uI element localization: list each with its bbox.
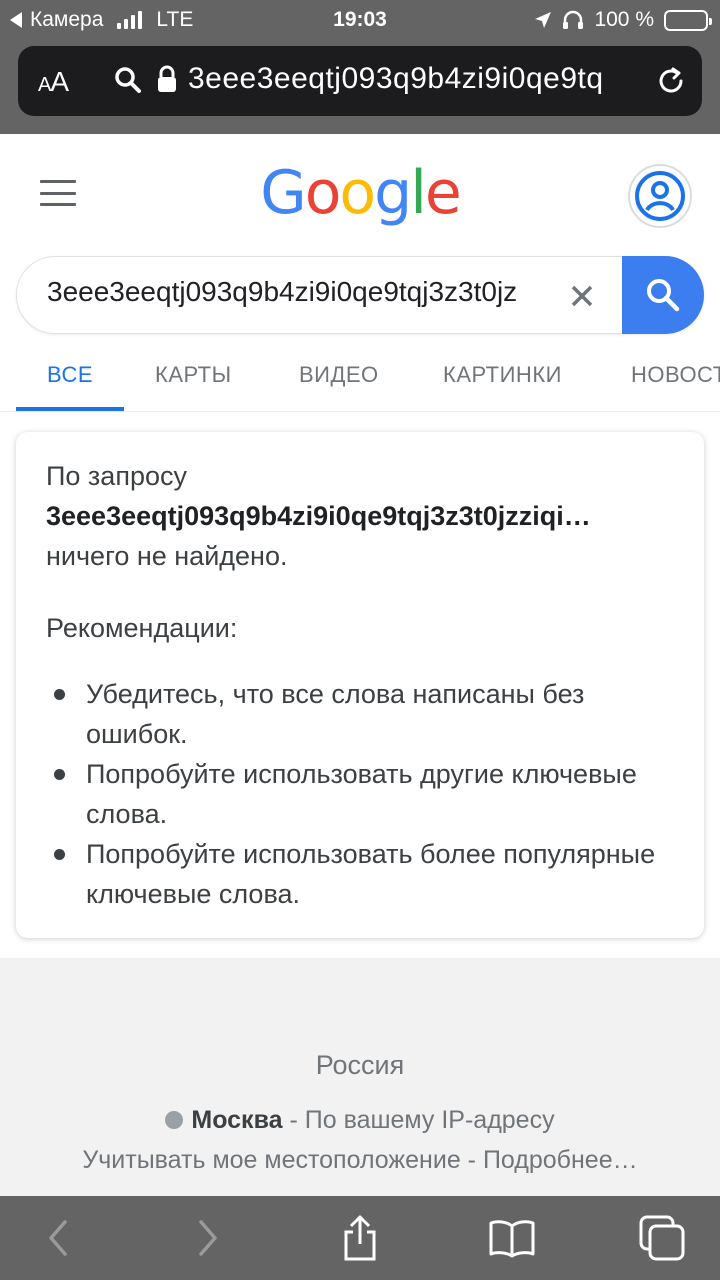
lock-icon [158, 65, 176, 92]
recommendations-title: Рекомендации: [46, 613, 238, 643]
tab-video[interactable]: ВИДЕО [299, 362, 379, 388]
address-bar[interactable]: AA 3eee3eeqtj093q9b4zi9i0qe9tq [18, 46, 702, 116]
reload-icon[interactable] [654, 64, 688, 98]
search-tabs: ВСЕ КАРТЫ ВИДЕО КАРТИНКИ НОВОСТИ [0, 348, 720, 412]
search-input[interactable] [47, 276, 557, 308]
search-icon [647, 279, 680, 312]
share-button[interactable] [336, 1214, 384, 1262]
tabs-icon [639, 1215, 685, 1261]
battery-icon [664, 9, 712, 31]
footer: Россия Москва - По вашему IP-адресу Учит… [0, 958, 720, 1196]
battery-percent: 100 % [594, 8, 654, 31]
use-location-link[interactable]: Учитывать мое местоположение [82, 1146, 460, 1174]
status-right: 100 % [534, 8, 712, 32]
no-results-card: По запросу 3eee3eeqtj093q9b4zi9i0qe9tqj3… [16, 432, 704, 938]
tabs-button[interactable] [638, 1214, 686, 1262]
browser-toolbar [0, 1196, 720, 1280]
footer-location-links: Учитывать мое местоположение - Подробнее… [82, 1146, 638, 1174]
tab-news[interactable]: НОВОСТИ [631, 362, 720, 388]
nothing-found-text: ничего не найдено. [46, 541, 288, 571]
account-avatar-icon[interactable] [628, 164, 692, 228]
chevron-left-icon [49, 1220, 67, 1256]
footer-city: Москва [191, 1106, 283, 1134]
back-button[interactable] [34, 1214, 82, 1262]
share-icon [344, 1215, 376, 1261]
book-icon [489, 1220, 535, 1258]
status-bar: Камера LTE 19:03 100 % [0, 0, 720, 40]
search-button[interactable] [622, 256, 704, 334]
url-text[interactable]: 3eee3eeqtj093q9b4zi9i0qe9tq [188, 62, 650, 96]
location-dot-icon [165, 1111, 184, 1129]
search-query: 3eee3eeqtj093q9b4zi9i0qe9tqj3z3t0jzziqi… [46, 501, 591, 531]
google-results-page: Google ВСЕ КАРТЫ ВИДЕО КАРТИНКИ НОВОСТИ … [0, 134, 720, 1196]
tab-all[interactable]: ВСЕ [47, 362, 93, 388]
list-item: Попробуйте использовать более популярные… [46, 834, 674, 914]
footer-country: Россия [315, 1050, 405, 1080]
google-logo[interactable]: Google [0, 158, 720, 228]
search-icon [115, 67, 141, 93]
location-source: - По вашему IP-адресу [282, 1106, 555, 1134]
location-arrow-icon [535, 12, 552, 28]
browser-top-chrome: Камера LTE 19:03 100 % AA 3eee3eeqtj093q… [0, 0, 720, 134]
list-item: Попробуйте использовать другие ключевые … [46, 754, 674, 834]
list-item: Убедитесь, что все слова написаны без ош… [46, 674, 674, 754]
no-results-intro: По запросу [46, 461, 187, 491]
clear-icon[interactable] [569, 283, 595, 309]
search-box [16, 256, 704, 334]
text-size-button[interactable]: AA [38, 66, 69, 98]
forward-button[interactable] [184, 1214, 232, 1262]
bookmarks-button[interactable] [488, 1214, 536, 1262]
learn-more-link[interactable]: Подробнее… [483, 1146, 638, 1174]
headphones-icon [563, 10, 584, 29]
footer-location: Москва - По вашему IP-адресу [0, 1106, 720, 1135]
recommendations-list: Убедитесь, что все слова написаны без ош… [46, 674, 674, 914]
tab-maps[interactable]: КАРТЫ [155, 362, 232, 388]
chevron-right-icon [199, 1220, 217, 1256]
active-tab-indicator [16, 407, 124, 411]
tab-images[interactable]: КАРТИНКИ [443, 362, 562, 388]
